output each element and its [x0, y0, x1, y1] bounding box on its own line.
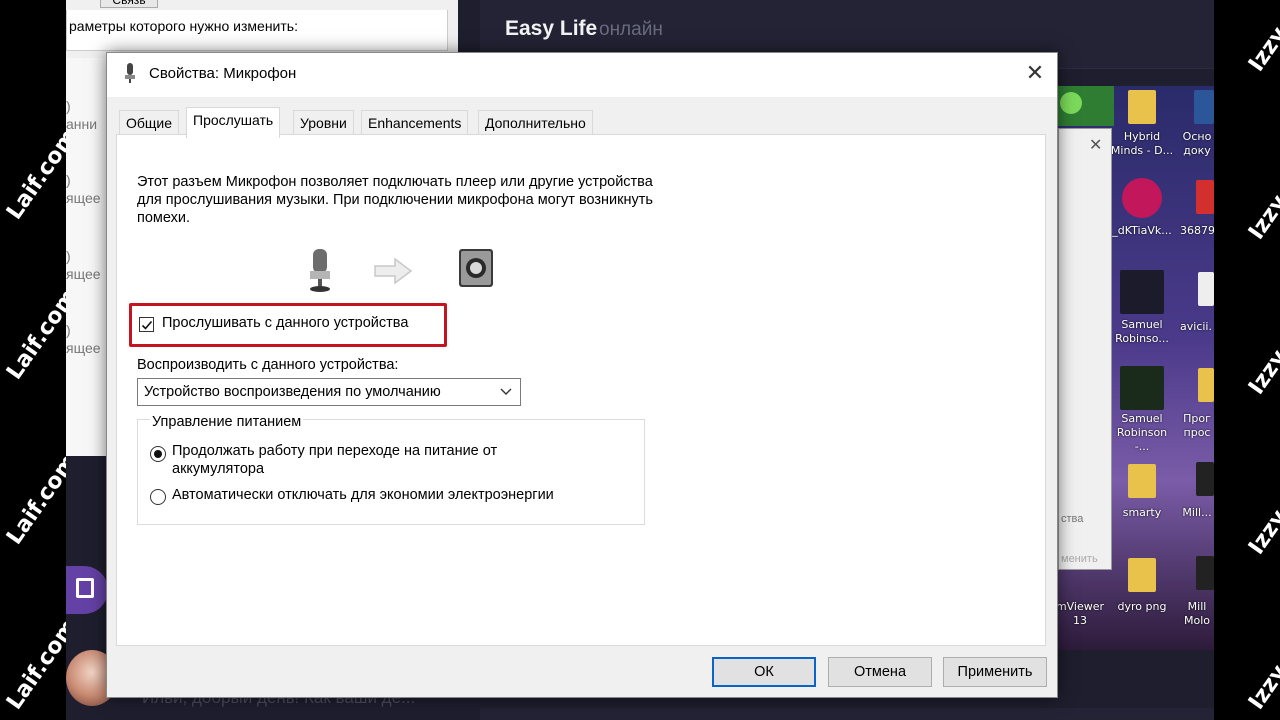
background-list: ) анни ) ящее ) ящее ) ящее [66, 58, 106, 458]
close-icon: ✕ [1025, 60, 1045, 85]
word-doc-icon[interactable] [1194, 90, 1214, 124]
tab-listen[interactable]: Прослушать [186, 107, 281, 138]
tab-advanced[interactable]: Дополнительно [478, 110, 593, 135]
background-header-text: раметры которого нужно изменить: [69, 18, 298, 34]
close-button[interactable]: ✕ [1023, 61, 1047, 85]
background-list-text: ящее [66, 340, 101, 356]
background-list-text: анни [66, 116, 98, 132]
background-tab-label: Связь [100, 0, 158, 8]
power-management-group: Управление питанием Продолжать работу пр… [137, 414, 645, 525]
chat-title[interactable]: Easy Life [505, 17, 597, 41]
power-group-title: Управление питанием [150, 414, 304, 430]
background-header-panel: раметры которого нужно изменить: [66, 10, 448, 51]
app-green-icon[interactable] [1054, 86, 1114, 126]
desktop-icon-label[interactable]: Samuel Robinson -... [1110, 412, 1174, 454]
radio-selected-dot [154, 450, 162, 458]
chevron-down-icon [500, 388, 512, 395]
desktop-icon-label[interactable]: smarty [1110, 506, 1174, 520]
image-icon[interactable] [1120, 366, 1164, 410]
folder-icon[interactable] [1128, 90, 1156, 124]
playback-device-label: Воспроизводить с данного устройства: [137, 357, 399, 373]
subwindow-text: ства [1061, 513, 1084, 525]
checkmark-icon [141, 320, 153, 330]
chat-input-bar[interactable] [480, 708, 1214, 720]
folder-icon[interactable] [1198, 368, 1214, 402]
power-option-label[interactable]: Продолжать работу при переходе на питани… [172, 442, 572, 478]
listen-description: Этот разъем Микрофон позволяет подключат… [137, 174, 653, 226]
listen-checkbox-label[interactable]: Прослушивать с данного устройства [162, 315, 408, 331]
dialog-title: Свойства: Микрофон [149, 65, 297, 82]
chat-status: онлайн [599, 19, 663, 40]
arrow-right-icon [374, 257, 413, 285]
title-bar[interactable]: Свойства: Микрофон ✕ [107, 53, 1057, 97]
radio-keep-running[interactable] [150, 446, 166, 462]
background-list-text: ящее [66, 266, 101, 282]
file-icon[interactable] [1198, 272, 1214, 306]
playback-device-select[interactable]: Устройство воспроизведения по умолчанию [137, 378, 521, 406]
ok-button[interactable]: ОК [712, 657, 816, 687]
desktop-icon-label[interactable]: Mill... [1180, 506, 1214, 520]
radio-auto-disable[interactable] [150, 489, 166, 505]
cancel-button[interactable]: Отмена [828, 657, 932, 687]
tab-enhancements[interactable]: Enhancements [361, 110, 469, 135]
desktop-icon-label[interactable]: dyro png [1110, 600, 1174, 614]
image-icon[interactable] [1196, 462, 1214, 496]
background-list-text: ) [66, 98, 71, 114]
close-icon[interactable]: ✕ [1089, 135, 1102, 155]
desktop-icon-label[interactable]: mViewer 13 [1054, 600, 1106, 628]
desktop-icon-label[interactable]: Samuel Robinso... [1110, 318, 1174, 346]
desktop-icon-label[interactable]: avicii. [1178, 320, 1214, 334]
microphone-properties-dialog: Свойства: Микрофон ✕ Общие Прослушать Ур… [106, 52, 1058, 698]
playback-device-value: Устройство воспроизведения по умолчанию [144, 384, 441, 400]
image-icon[interactable] [1196, 556, 1214, 590]
listen-tab-panel: Этот разъем Микрофон позволяет подключат… [116, 134, 1046, 646]
subwindow-text: менить [1061, 553, 1098, 565]
desktop-icon-label[interactable]: Hybrid Minds - D... [1110, 130, 1174, 158]
image-icon[interactable] [1196, 180, 1214, 214]
image-icon[interactable] [1122, 178, 1162, 218]
power-option-label[interactable]: Автоматически отключать для экономии эле… [172, 487, 554, 503]
background-list-text: ) [66, 322, 71, 338]
background-list-text: ящее [66, 190, 101, 206]
tab-levels[interactable]: Уровни [293, 110, 354, 135]
folder-icon[interactable] [1128, 558, 1156, 592]
desktop-icon-label[interactable]: _dKTiaVk... [1110, 224, 1174, 238]
folder-icon[interactable] [1128, 464, 1156, 498]
desktop-icon-label[interactable]: Mill Molo [1180, 600, 1214, 628]
desktop-icon-label[interactable]: 36879 [1180, 224, 1214, 238]
apply-button[interactable]: Применить [943, 657, 1047, 687]
microphone-icon [310, 249, 330, 292]
background-list-text: ) [66, 172, 71, 188]
background-list-text: ) [66, 248, 71, 264]
background-subwindow: ✕ ства менить [1058, 128, 1112, 570]
tab-general[interactable]: Общие [119, 110, 180, 135]
image-icon[interactable] [1120, 270, 1164, 314]
listen-checkbox[interactable] [139, 317, 154, 332]
desktop-icon-label[interactable]: Прог прос [1180, 412, 1214, 440]
speaker-icon [459, 249, 493, 287]
desktop-icon-label[interactable]: Осно доку [1180, 130, 1214, 158]
microphone-icon [125, 63, 135, 83]
